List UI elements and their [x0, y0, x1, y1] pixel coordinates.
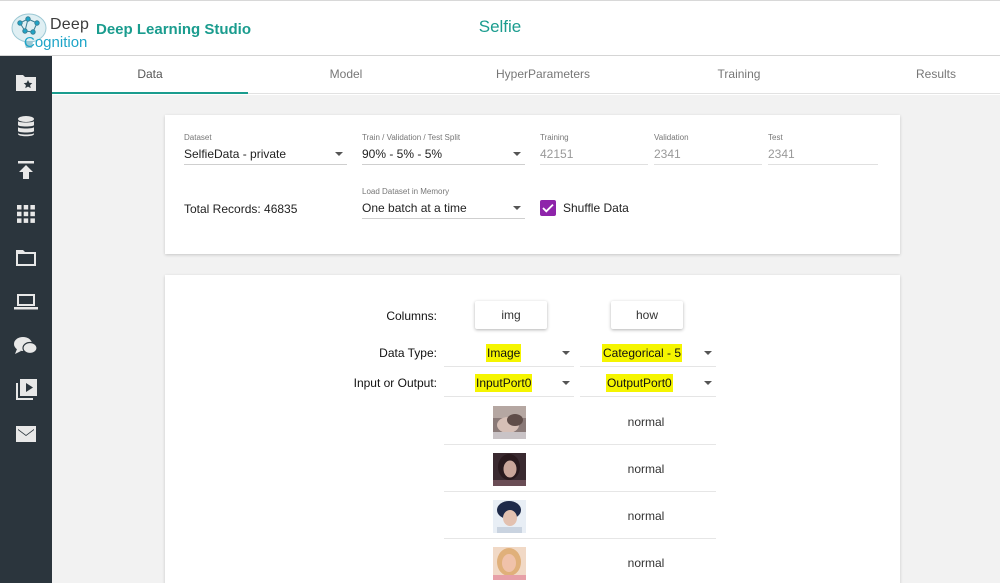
shuffle-data-checkbox[interactable] [540, 200, 556, 216]
selfie-thumbnail [493, 500, 526, 533]
checkmark-icon [542, 203, 554, 213]
io-select-img[interactable]: InputPort0 [444, 369, 574, 397]
split-select[interactable]: 90% - 5% - 5% [362, 145, 525, 165]
selfie-thumbnail [493, 547, 526, 580]
data-type-select-img[interactable]: Image [444, 339, 574, 367]
load-memory-label: Load Dataset in Memory [362, 187, 450, 196]
io-value-img: InputPort0 [475, 374, 533, 392]
sidebar-item-projects[interactable] [0, 60, 52, 104]
dropdown-caret-icon [513, 206, 521, 210]
dropdown-caret-icon [704, 351, 712, 355]
table-row-img-cell [444, 446, 576, 492]
table-row-how-cell: normal [576, 493, 716, 539]
dropdown-caret-icon [704, 381, 712, 385]
data-type-value-img: Image [486, 344, 522, 362]
dropdown-caret-icon [513, 152, 521, 156]
sidebar-item-messages[interactable] [0, 412, 52, 456]
tab-model[interactable]: Model [248, 56, 444, 94]
mail-icon [16, 426, 36, 442]
training-count-field: 42151 [540, 145, 648, 165]
sidebar-item-forum[interactable] [0, 324, 52, 368]
column-button-img[interactable]: img [475, 301, 547, 329]
sidebar-item-videos[interactable] [0, 368, 52, 412]
shuffle-data-label[interactable]: Shuffle Data [563, 201, 629, 215]
sidebar-item-apps[interactable] [0, 192, 52, 236]
validation-label: Validation [654, 133, 689, 142]
top-header: Deep Cognition Deep Learning Studio Self… [0, 0, 1000, 56]
tab-training[interactable]: Training [641, 56, 837, 94]
upload-icon [18, 161, 34, 179]
dropdown-caret-icon [562, 381, 570, 385]
sidebar [0, 56, 52, 583]
selfie-thumbnail [493, 453, 526, 486]
validation-count-field: 2341 [654, 145, 762, 165]
table-row-img-cell [444, 540, 576, 583]
laptop-icon [14, 294, 38, 310]
total-records: Total Records: 46835 [184, 202, 298, 216]
database-icon [18, 116, 34, 137]
sidebar-item-datasets[interactable] [0, 104, 52, 148]
selfie-thumbnail [493, 406, 526, 439]
data-type-row-label: Data Type: [379, 346, 437, 360]
tab-bar: Data Model HyperParameters Training Resu… [52, 56, 1000, 94]
folder-icon [16, 250, 36, 266]
dropdown-caret-icon [562, 351, 570, 355]
dataset-select[interactable]: SelfieData - private [184, 145, 347, 165]
table-row-img-cell [444, 399, 576, 445]
tab-data[interactable]: Data [52, 56, 248, 94]
tab-hyperparameters[interactable]: HyperParameters [445, 56, 641, 94]
training-label: Training [540, 133, 569, 142]
input-output-row-label: Input or Output: [353, 376, 437, 390]
dropdown-caret-icon [335, 152, 343, 156]
table-row-img-cell [444, 493, 576, 539]
split-label: Train / Validation / Test Split [362, 133, 461, 142]
dataset-settings-card: Dataset SelfieData - private Train / Val… [165, 115, 900, 254]
table-row-how-cell: normal [576, 399, 716, 445]
tab-results[interactable]: Results [838, 56, 1000, 94]
test-count-field: 2341 [768, 145, 878, 165]
io-value-how: OutputPort0 [606, 374, 673, 392]
load-memory-value: One batch at a time [362, 201, 467, 215]
grid-icon [17, 205, 35, 223]
dataset-label: Dataset [184, 133, 212, 142]
video-library-icon [16, 379, 37, 400]
column-mapping-card: Columns: img how Data Type: Image Catego… [165, 275, 900, 583]
split-value: 90% - 5% - 5% [362, 147, 443, 161]
data-type-value-how: Categorical - 5 [602, 344, 683, 362]
io-select-how[interactable]: OutputPort0 [580, 369, 716, 397]
dataset-value: SelfieData - private [184, 147, 287, 161]
test-label: Test [768, 133, 783, 142]
column-button-how[interactable]: how [611, 301, 683, 329]
sidebar-item-upload[interactable] [0, 148, 52, 192]
sidebar-item-files[interactable] [0, 236, 52, 280]
sidebar-item-environments[interactable] [0, 280, 52, 324]
table-row-how-cell: normal [576, 540, 716, 583]
chat-icon [14, 337, 38, 355]
project-title: Selfie [478, 17, 522, 36]
columns-row-label: Columns: [386, 309, 437, 323]
data-type-select-how[interactable]: Categorical - 5 [580, 339, 716, 367]
star-folder-icon [16, 75, 36, 91]
main-content: Dataset SelfieData - private Train / Val… [52, 95, 1000, 583]
table-row-how-cell: normal [576, 446, 716, 492]
load-memory-select[interactable]: One batch at a time [362, 199, 525, 219]
